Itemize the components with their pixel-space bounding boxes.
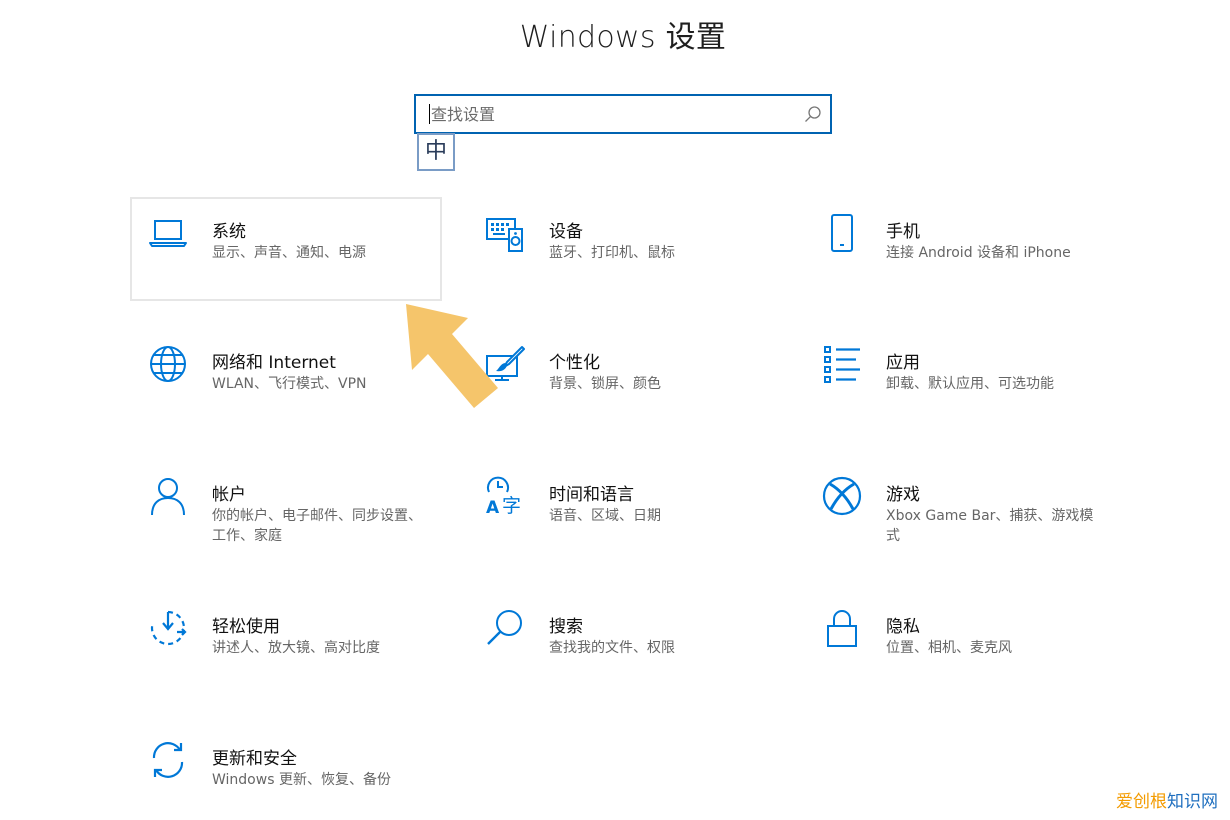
ease-of-access-icon — [150, 610, 187, 646]
search-input[interactable] — [416, 96, 801, 132]
tile-name: 更新和安全 — [212, 749, 297, 769]
tile-name: 帐户 — [212, 485, 246, 505]
watermark-part1: 爱创根 — [1116, 792, 1167, 812]
tile-update-security[interactable]: 更新和安全 Windows 更新、恢复、备份 — [130, 724, 442, 820]
tile-search[interactable]: 搜索 查找我的文件、权限 — [467, 592, 779, 696]
tile-name: 轻松使用 — [212, 617, 280, 637]
search-box[interactable] — [414, 94, 832, 134]
tile-apps[interactable]: 应用 卸载、默认应用、可选功能 — [804, 328, 1116, 432]
svg-text:A: A — [486, 498, 500, 516]
text-caret — [429, 104, 430, 124]
phone-icon — [831, 214, 853, 252]
watermark: 爱创根知识网 — [1116, 787, 1218, 812]
magnifier-icon[interactable] — [804, 105, 822, 123]
tile-ease-of-access[interactable]: 轻松使用 讲述人、放大镜、高对比度 — [130, 592, 442, 696]
tile-description: 蓝牙、打印机、鼠标 — [549, 245, 675, 261]
tile-gaming[interactable]: 游戏 Xbox Game Bar、捕获、游戏模式 — [804, 460, 1116, 564]
apps-list-icon — [824, 346, 860, 383]
search-icon — [487, 610, 522, 645]
xbox-icon — [822, 476, 862, 516]
watermark-part2: 知识网 — [1167, 792, 1218, 812]
tile-phone[interactable]: 手机 连接 Android 设备和 iPhone — [804, 197, 1116, 301]
ime-indicator[interactable]: 中 — [417, 133, 455, 171]
page-title: Windows 设置 — [519, 20, 727, 55]
tile-description: Xbox Game Bar、捕获、游戏模式 — [886, 508, 1094, 544]
globe-icon — [150, 346, 186, 382]
tile-name: 设备 — [549, 222, 583, 242]
tile-name: 个性化 — [549, 353, 600, 373]
tile-name: 系统 — [212, 222, 246, 242]
time-language-icon: A 字 — [486, 476, 521, 516]
tile-system[interactable]: 系统 显示、声音、通知、电源 — [130, 197, 442, 301]
tile-description: 语音、区域、日期 — [549, 508, 661, 524]
tile-name: 隐私 — [886, 617, 920, 637]
tile-description: 位置、相机、麦克风 — [886, 640, 1012, 656]
tile-description: 你的帐户、电子邮件、同步设置、工作、家庭 — [212, 508, 422, 544]
tile-name: 手机 — [886, 222, 920, 242]
lock-icon — [827, 610, 857, 647]
tile-description: 卸载、默认应用、可选功能 — [886, 376, 1054, 392]
svg-text:字: 字 — [502, 495, 521, 516]
tile-name: 搜索 — [549, 617, 583, 637]
pointer-arrow — [406, 304, 498, 408]
tile-time-language[interactable]: A 字 时间和语言 语音、区域、日期 — [467, 460, 779, 564]
refresh-icon — [152, 742, 184, 778]
tile-description: 连接 Android 设备和 iPhone — [886, 245, 1071, 261]
person-icon — [151, 478, 185, 516]
devices-icon — [486, 218, 523, 252]
tile-description: 显示、声音、通知、电源 — [212, 245, 366, 261]
tile-description: Windows 更新、恢复、备份 — [212, 772, 391, 788]
laptop-icon — [149, 220, 187, 247]
tile-devices[interactable]: 设备 蓝牙、打印机、鼠标 — [467, 197, 779, 301]
tile-description: 查找我的文件、权限 — [549, 640, 675, 656]
tile-name: 时间和语言 — [549, 485, 634, 505]
settings-page: Windows 设置 中 系统 显示、声音、通知、电源 — [0, 0, 1230, 820]
tile-personalization[interactable]: 个性化 背景、锁屏、颜色 — [467, 328, 779, 432]
tile-accounts[interactable]: 帐户 你的帐户、电子邮件、同步设置、工作、家庭 — [130, 460, 442, 564]
tile-description: 讲述人、放大镜、高对比度 — [212, 640, 380, 656]
tile-description: 背景、锁屏、颜色 — [549, 376, 661, 392]
tile-name: 网络和 Internet — [212, 353, 336, 373]
tile-name: 游戏 — [886, 485, 920, 505]
tile-privacy[interactable]: 隐私 位置、相机、麦克风 — [804, 592, 1116, 696]
tile-name: 应用 — [886, 353, 920, 373]
